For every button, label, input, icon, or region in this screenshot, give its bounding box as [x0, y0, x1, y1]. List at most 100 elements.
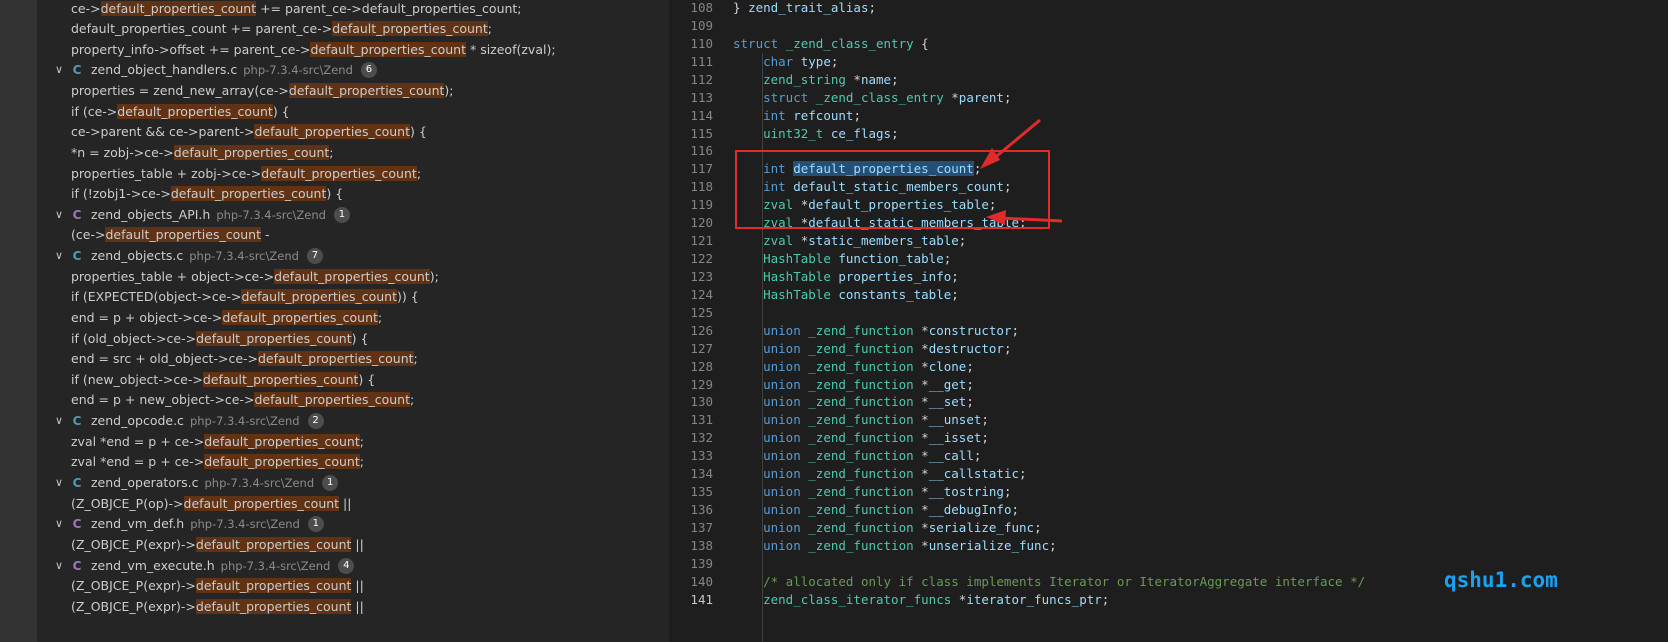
- code-line[interactable]: 129 union _zend_function *__get;: [669, 376, 1668, 394]
- code-token: _zend_function: [808, 502, 914, 518]
- c-file-icon: C: [72, 517, 82, 532]
- code-line[interactable]: 108} zend_trait_alias;: [669, 0, 1668, 17]
- code-token: *: [913, 537, 929, 553]
- code-line[interactable]: 125: [669, 304, 1668, 322]
- search-match-row[interactable]: if (new_object->ce->default_properties_c…: [37, 369, 669, 391]
- line-number: 112: [690, 71, 713, 87]
- match-prefix: (Z_OBJCE_P(expr)->: [71, 598, 196, 614]
- match-prefix: property_info->offset += parent_ce->: [71, 41, 311, 57]
- chevron-down-icon[interactable]: ∨: [49, 472, 69, 494]
- search-match-row[interactable]: ce->parent && ce->parent->default_proper…: [37, 121, 669, 143]
- search-match-row[interactable]: end = p + new_object->ce->default_proper…: [37, 389, 669, 411]
- search-match-row[interactable]: if (ce->default_properties_count) {: [37, 101, 669, 123]
- code-token: ;: [951, 286, 959, 302]
- chevron-down-icon[interactable]: ∨: [49, 59, 69, 81]
- search-file-row[interactable]: ∨ Czend_objects_API.h php-7.3.4-src\Zend 1: [37, 204, 669, 226]
- code-line[interactable]: 127 union _zend_function *destructor;: [669, 340, 1668, 358]
- code-line[interactable]: 134 union _zend_function *__callstatic;: [669, 465, 1668, 483]
- search-match-row[interactable]: default_properties_count += parent_ce->d…: [37, 18, 669, 40]
- match-suffix: -: [260, 227, 270, 243]
- code-token: _zend_class_entry: [815, 89, 944, 105]
- search-match-row[interactable]: (Z_OBJCE_P(expr)->default_properties_cou…: [37, 596, 669, 618]
- code-line[interactable]: 115 uint32_t ce_flags;: [669, 125, 1668, 143]
- line-number: 117: [690, 161, 713, 177]
- code-line[interactable]: 126 union _zend_function *constructor;: [669, 322, 1668, 340]
- code-line[interactable]: 113 struct _zend_class_entry *parent;: [669, 89, 1668, 107]
- search-match-row[interactable]: if (old_object->ce->default_properties_c…: [37, 328, 669, 350]
- search-match-row[interactable]: end = src + old_object->ce->default_prop…: [37, 348, 669, 370]
- code-text: uint32_t ce_flags;: [733, 125, 899, 143]
- code-token: function_table: [838, 251, 944, 267]
- match-highlight: default_properties_count: [204, 454, 360, 470]
- search-match-row[interactable]: properties_table + object->ce->default_p…: [37, 266, 669, 288]
- code-line[interactable]: 128 union _zend_function *clone;: [669, 358, 1668, 376]
- match-suffix: );: [444, 83, 454, 99]
- code-line[interactable]: 136 union _zend_function *__debugInfo;: [669, 501, 1668, 519]
- search-match-row[interactable]: if (EXPECTED(object->ce->default_propert…: [37, 286, 669, 308]
- search-match-row[interactable]: *n = zobj->ce->default_properties_count;: [37, 142, 669, 164]
- search-match-row[interactable]: (Z_OBJCE_P(expr)->default_properties_cou…: [37, 575, 669, 597]
- chevron-down-icon[interactable]: ∨: [49, 245, 69, 267]
- code-line[interactable]: 137 union _zend_function *serialize_func…: [669, 519, 1668, 537]
- code-token: properties_info: [838, 268, 952, 284]
- code-editor[interactable]: 108} zend_trait_alias; 109 110 struct _zend…: [669, 0, 1668, 642]
- code-token: *: [913, 502, 929, 518]
- code-line[interactable]: 110 struct _zend_class_entry {: [669, 35, 1668, 53]
- code-line[interactable]: 130 union _zend_function *__set;: [669, 393, 1668, 411]
- line-number: 114: [690, 107, 713, 123]
- chevron-down-icon[interactable]: ∨: [49, 204, 69, 226]
- c-file-icon: C: [72, 207, 82, 222]
- search-file-row[interactable]: ∨ Czend_objects.c php-7.3.4-src\Zend 7: [37, 245, 669, 267]
- line-number: 121: [690, 233, 713, 249]
- code-line[interactable]: 131 union _zend_function *__unset;: [669, 411, 1668, 429]
- code-token: *: [845, 71, 861, 87]
- search-match-row[interactable]: (Z_OBJCE_P(op)->default_properties_count…: [37, 493, 669, 515]
- code-line[interactable]: 135 union _zend_function *__tostring;: [669, 483, 1668, 501]
- chevron-down-icon[interactable]: ∨: [49, 555, 69, 577]
- search-match-row[interactable]: ce->default_properties_count += parent_c…: [37, 0, 669, 20]
- search-file-row[interactable]: ∨ Czend_vm_execute.h php-7.3.4-src\Zend 4: [37, 555, 669, 577]
- search-match-row[interactable]: (ce->default_properties_count -: [37, 224, 669, 246]
- search-results-panel: ce->default_properties_count += parent_c…: [37, 0, 669, 642]
- code-line[interactable]: 114 int refcount;: [669, 107, 1668, 125]
- code-line[interactable]: 122 HashTable function_table;: [669, 250, 1668, 268]
- code-line[interactable]: 112 zend_string *name;: [669, 71, 1668, 89]
- code-token: union: [763, 502, 801, 518]
- search-match-row[interactable]: zval *end = p + ce->default_properties_c…: [37, 451, 669, 473]
- code-token: HashTable: [763, 286, 831, 302]
- code-line[interactable]: 133 union _zend_function *__call;: [669, 447, 1668, 465]
- search-match-row[interactable]: (Z_OBJCE_P(expr)->default_properties_cou…: [37, 534, 669, 556]
- code-line[interactable]: 138 union _zend_function *unserialize_fu…: [669, 537, 1668, 555]
- code-token: ;: [868, 0, 877, 15]
- code-line[interactable]: 123 HashTable properties_info;: [669, 268, 1668, 286]
- code-token: ;: [951, 268, 959, 284]
- search-file-row[interactable]: ∨ Czend_opcode.c php-7.3.4-src\Zend 2: [37, 410, 669, 432]
- search-match-row[interactable]: properties_table + zobj->ce->default_pro…: [37, 163, 669, 185]
- chevron-down-icon[interactable]: ∨: [49, 513, 69, 535]
- code-line[interactable]: 121 zval *static_members_table;: [669, 232, 1668, 250]
- code-line[interactable]: 109: [669, 17, 1668, 35]
- search-match-row[interactable]: property_info->offset += parent_ce->defa…: [37, 39, 669, 61]
- code-token: ;: [1101, 591, 1110, 607]
- match-highlight: default_properties_count: [310, 41, 466, 57]
- code-token: ;: [1011, 502, 1020, 518]
- search-match-row[interactable]: end = p + object->ce->default_properties…: [37, 307, 669, 329]
- code-token: serialize_func: [928, 519, 1035, 535]
- search-file-row[interactable]: ∨ Czend_object_handlers.c php-7.3.4-src\Ze…: [37, 59, 669, 81]
- chevron-down-icon[interactable]: ∨: [49, 410, 69, 432]
- code-line[interactable]: 141 zend_class_iterator_funcs *iterator_…: [669, 591, 1668, 609]
- search-file-row[interactable]: ∨ Czend_vm_def.h php-7.3.4-src\Zend 1: [37, 513, 669, 535]
- search-match-row[interactable]: zval *end = p + ce->default_properties_c…: [37, 431, 669, 453]
- line-number: 128: [690, 358, 713, 374]
- code-line[interactable]: 111 char type;: [669, 53, 1668, 71]
- code-line[interactable]: 132 union _zend_function *__isset;: [669, 429, 1668, 447]
- code-token: ;: [981, 430, 989, 446]
- search-match-row[interactable]: if (!zobj1->ce->default_properties_count…: [37, 183, 669, 205]
- code-line[interactable]: 124 HashTable constants_table;: [669, 286, 1668, 304]
- search-match-row[interactable]: properties = zend_new_array(ce->default_…: [37, 80, 669, 102]
- match-suffix: ;: [359, 433, 364, 449]
- search-file-row[interactable]: ∨ Czend_operators.c php-7.3.4-src\Zend 1: [37, 472, 669, 494]
- match-highlight: default_properties_count: [258, 351, 414, 367]
